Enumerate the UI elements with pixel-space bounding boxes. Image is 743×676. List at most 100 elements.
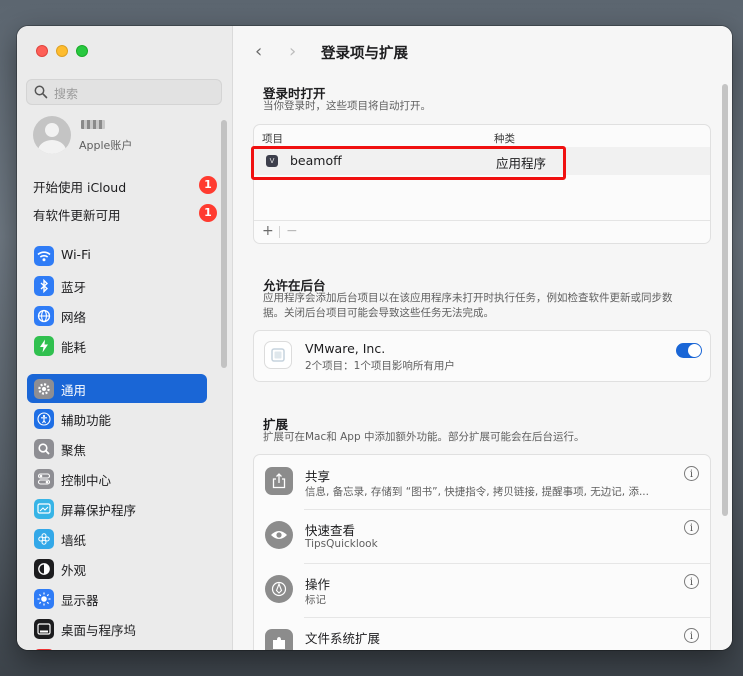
sidebar-item-label: 屏幕保护程序 (61, 503, 137, 518)
vmware-app-icon (264, 341, 292, 369)
section-desc-extensions: 扩展可在Mac和 App 中添加额外功能。部分扩展可能会在后台运行。 (263, 431, 585, 443)
avatar (33, 116, 71, 154)
sidebar-scrollbar[interactable] (221, 120, 227, 368)
back-button[interactable]: ‹ (255, 41, 262, 62)
puzzle-icon (265, 629, 293, 650)
section-desc-background: 应用程序会添加后台项目以在该应用程序未打开时执行任务，例如检查软件更新或同步数据… (263, 292, 673, 319)
extension-name: 文件系统扩展 (305, 631, 381, 646)
close-window-button[interactable] (36, 45, 48, 57)
forward-button[interactable]: › (289, 41, 296, 62)
column-header-kind[interactable]: 种类 (494, 131, 515, 146)
background-items-panel: VMware, Inc. 2个项目：1个项目影响所有用户 (253, 330, 711, 382)
main-scrollbar[interactable] (722, 84, 728, 516)
markup-pen-icon (265, 575, 293, 603)
sidebar-item-partial[interactable] (27, 644, 207, 650)
sidebar-item-spotlight[interactable]: 聚焦 (27, 434, 207, 463)
sidebar-item-label: 墙纸 (61, 533, 87, 548)
notice-label: 有软件更新可用 (33, 208, 121, 223)
page-title: 登录项与扩展 (321, 46, 408, 62)
notification-badge: 1 (199, 176, 217, 194)
appearance-icon (34, 559, 54, 579)
main-content: ‹ › 登录项与扩展 登录时打开 当你登录时，这些项目将自动打开。 项目 种类 … (233, 26, 732, 650)
sidebar-item-screen-saver[interactable]: 屏幕保护程序 (27, 494, 207, 523)
bolt-icon (34, 336, 54, 356)
extension-desc: 标记 (305, 594, 326, 606)
info-icon[interactable]: i (684, 466, 699, 481)
gear-icon (34, 379, 54, 399)
toggles-icon (34, 469, 54, 489)
accessibility-icon (34, 409, 54, 429)
info-icon[interactable]: i (684, 520, 699, 535)
notice-label: 开始使用 iCloud (33, 180, 127, 195)
sidebar-item-label: 蓝牙 (61, 280, 87, 295)
sidebar-item-control-center[interactable]: 控制中心 (27, 464, 207, 493)
sidebar-item-desktop-dock[interactable]: 桌面与程序坞 (27, 614, 207, 643)
extension-name: 快速查看 (305, 523, 356, 538)
sidebar-item-label: 显示器 (61, 593, 99, 608)
search-icon (34, 85, 48, 99)
sidebar-item-general[interactable]: 通用 (27, 374, 207, 403)
extension-row-actions[interactable]: 操作 标记 i (254, 563, 710, 617)
extension-desc: 信息, 备忘录, 存储到 “图书”, 快捷指令, 拷贝链接, 提醒事项, 无边记… (305, 486, 649, 498)
account-name-redacted (81, 120, 105, 129)
screen-saver-icon (34, 499, 54, 519)
bluetooth-icon (34, 276, 54, 296)
sidebar-item-label: Wi-Fi (61, 247, 91, 262)
extension-name: 操作 (305, 577, 331, 592)
sidebar-item-energy[interactable]: 能耗 (27, 331, 207, 360)
sidebar: 搜索 Apple账户 开始使用 iCloud 1 有软件更新可用 1 Wi-Fi (17, 26, 233, 650)
extension-name: 共享 (305, 469, 331, 484)
icloud-notice-item[interactable]: 开始使用 iCloud 1 (33, 174, 217, 196)
sidebar-item-label: 网络 (61, 310, 87, 325)
footer-divider (279, 226, 280, 238)
background-item-toggle[interactable] (676, 343, 702, 358)
extension-row-quicklook[interactable]: 快速查看 TipsQuicklook i (254, 509, 710, 563)
notification-badge: 1 (199, 204, 217, 222)
account-subtitle: Apple账户 (79, 139, 133, 152)
table-footer: + − (254, 220, 710, 243)
sidebar-item-bluetooth[interactable]: 蓝牙 (27, 271, 207, 300)
minimize-window-button[interactable] (56, 45, 68, 57)
sidebar-item-network[interactable]: 网络 (27, 301, 207, 330)
extension-desc: TipsQuicklook (305, 538, 378, 550)
info-icon[interactable]: i (684, 574, 699, 589)
background-item-name: VMware, Inc. (305, 341, 386, 356)
login-items-table: 项目 种类 V beamoff 应用程序 + − (253, 124, 711, 244)
sidebar-item-label: 桌面与程序坞 (61, 623, 137, 638)
magnifier-icon (34, 439, 54, 459)
wifi-icon (34, 246, 54, 266)
sidebar-item-label: 外观 (61, 563, 87, 578)
section-desc-login: 当你登录时，这些项目将自动打开。 (263, 100, 431, 112)
extension-row-file-system[interactable]: 文件系统扩展 i (254, 617, 710, 650)
sidebar-item-accessibility[interactable]: 辅助功能 (27, 404, 207, 433)
apple-account-item[interactable]: Apple账户 (33, 116, 223, 156)
system-settings-window: 搜索 Apple账户 开始使用 iCloud 1 有软件更新可用 1 Wi-Fi (17, 26, 732, 650)
highlight-annotation-box (251, 146, 566, 180)
sidebar-item-label: 能耗 (61, 340, 87, 355)
sun-icon (34, 589, 54, 609)
search-placeholder: 搜索 (54, 87, 79, 101)
background-item-desc: 2个项目：1个项目影响所有用户 (305, 360, 455, 372)
flower-icon (34, 529, 54, 549)
info-icon[interactable]: i (684, 628, 699, 643)
globe-icon (34, 306, 54, 326)
column-header-item[interactable]: 项目 (262, 131, 283, 146)
sidebar-item-label: 聚焦 (61, 443, 87, 458)
sidebar-item-label: 通用 (61, 383, 87, 398)
sidebar-item-appearance[interactable]: 外观 (27, 554, 207, 583)
share-icon (265, 467, 293, 495)
sidebar-item-label: 控制中心 (61, 473, 112, 488)
dock-icon (34, 619, 54, 639)
sidebar-item-wallpaper[interactable]: 墙纸 (27, 524, 207, 553)
extension-row-share[interactable]: 共享 信息, 备忘录, 存储到 “图书”, 快捷指令, 拷贝链接, 提醒事项, … (254, 455, 710, 509)
zoom-window-button[interactable] (76, 45, 88, 57)
add-button[interactable]: + (262, 223, 274, 239)
sidebar-item-label: 辅助功能 (61, 413, 112, 428)
sidebar-item-wifi[interactable]: Wi-Fi (27, 241, 207, 270)
software-update-notice-item[interactable]: 有软件更新可用 1 (33, 202, 217, 224)
sidebar-item-displays[interactable]: 显示器 (27, 584, 207, 613)
remove-button[interactable]: − (286, 223, 298, 239)
eye-icon (265, 521, 293, 549)
search-field[interactable]: 搜索 (26, 79, 222, 105)
extensions-list: 共享 信息, 备忘录, 存储到 “图书”, 快捷指令, 拷贝链接, 提醒事项, … (253, 454, 711, 650)
